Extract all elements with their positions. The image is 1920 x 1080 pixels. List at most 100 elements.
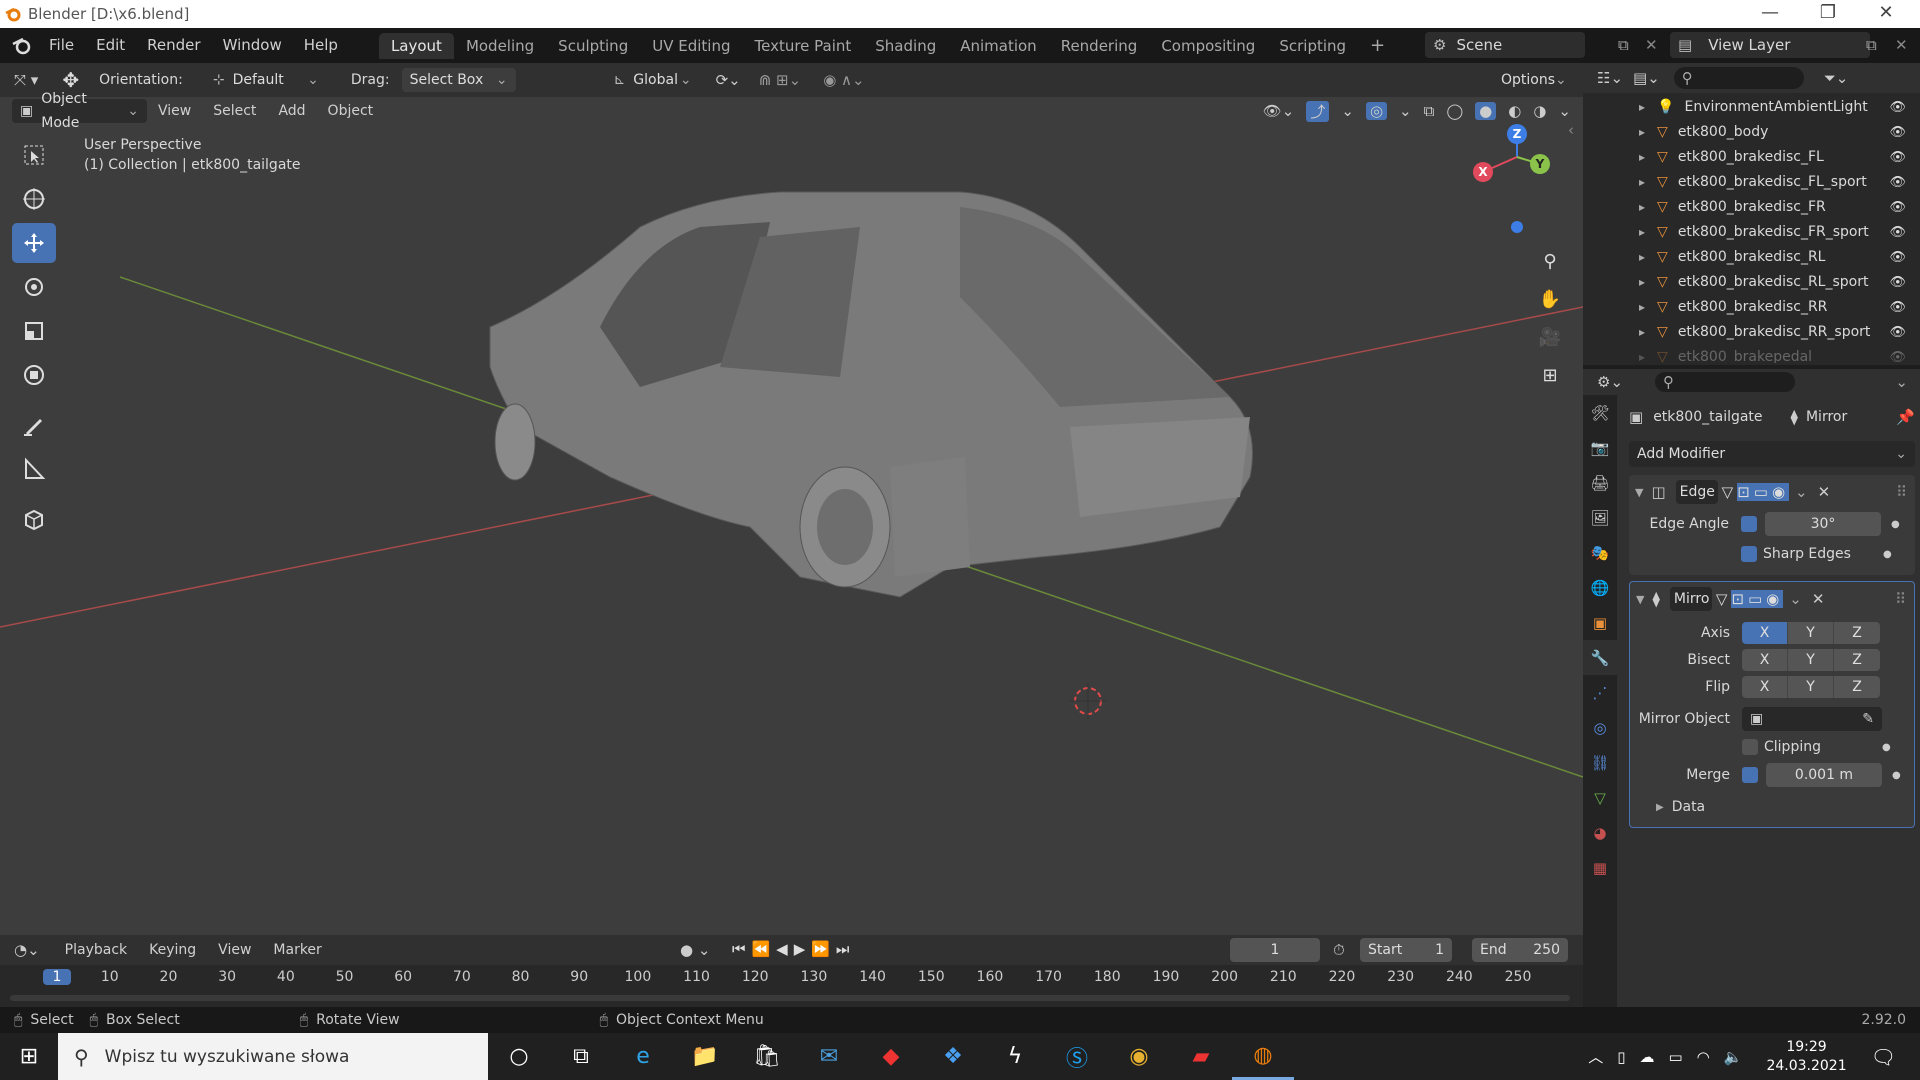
drag-handle-icon[interactable]: ⠿ [1896, 483, 1907, 501]
visibility-eye-icon[interactable]: 👁 [1889, 95, 1906, 120]
viewport-menu-object[interactable]: Object [317, 97, 385, 125]
chevron-down-icon[interactable]: ⌄ [1789, 590, 1802, 608]
add-cube-tool-icon[interactable] [12, 499, 56, 539]
scene-tab-icon[interactable]: 🎭 [1583, 535, 1617, 570]
visibility-eye-icon[interactable]: 👁 [1889, 345, 1906, 363]
outliner-item[interactable]: ▸ ▽ etk800_brakedisc_FL_sport 👁 [1583, 170, 1920, 195]
taskbar-search-box[interactable]: ⚲ Wpisz tu wyszukiwane słowa [58, 1033, 488, 1080]
dropbox-icon[interactable]: ❖ [922, 1044, 984, 1069]
properties-options-icon[interactable]: ⌄ [1895, 373, 1908, 391]
flip-x-toggle[interactable]: X [1742, 676, 1788, 698]
tab-layout[interactable]: Layout [378, 33, 454, 59]
outliner-item[interactable]: ▸ ▽ etk800_brakedisc_FL 👁 [1583, 145, 1920, 170]
close-window-button[interactable]: ✕ [1858, 0, 1914, 28]
3d-viewport[interactable]: User Perspective (1) Collection | etk800… [0, 97, 1583, 935]
new-scene-icon[interactable]: ⧉ [1618, 36, 1629, 54]
gizmo-toggle-icon[interactable]: ⤴ [1306, 100, 1330, 122]
orientation-dropdown[interactable]: ⊹ Default ⌄ [204, 68, 327, 92]
axis-x-toggle[interactable]: X [1742, 622, 1788, 644]
overlay-toggle-icon[interactable]: ◎ [1365, 102, 1388, 120]
tab-rendering[interactable]: Rendering [1049, 33, 1150, 59]
battery-icon[interactable]: ▭ [1668, 1048, 1682, 1066]
timeline-menu-playback[interactable]: Playback [54, 935, 138, 965]
tray-expand-icon[interactable]: ︿ [1588, 1046, 1603, 1067]
edge-angle-field[interactable]: 30° [1765, 512, 1881, 536]
animate-dot-icon[interactable]: ● [1882, 742, 1891, 753]
tab-compositing[interactable]: Compositing [1149, 33, 1267, 59]
display-mode-icon[interactable]: ▤⌄ [1633, 69, 1660, 87]
visibility-eye-icon[interactable]: 👁 [1889, 195, 1906, 220]
app-diamond-icon[interactable]: ◆ [860, 1044, 922, 1069]
visibility-eye-icon[interactable]: 👁 [1889, 245, 1906, 270]
pin-icon[interactable]: 📌 [1896, 408, 1915, 426]
animate-dot-icon[interactable]: ● [1891, 519, 1900, 530]
transform-tool-icon[interactable] [12, 355, 56, 395]
expand-arrow-icon[interactable]: ▸ [1639, 345, 1645, 363]
menu-help[interactable]: Help [293, 28, 349, 63]
expand-arrow-icon[interactable]: ▸ [1639, 120, 1645, 145]
end-frame-field[interactable]: End 250 [1472, 938, 1568, 962]
bisect-y-toggle[interactable]: Y [1788, 649, 1834, 671]
move-tool-icon[interactable] [12, 223, 56, 263]
expand-arrow-icon[interactable]: ▸ [1639, 245, 1645, 270]
flip-y-toggle[interactable]: Y [1788, 676, 1834, 698]
visibility-eye-icon[interactable]: 👁 [1889, 170, 1906, 195]
car-model[interactable] [489, 191, 1253, 598]
blender-menu-icon[interactable] [12, 37, 32, 55]
mode-dropdown[interactable]: ▣ Object Mode ⌄ [12, 91, 147, 131]
particles-tab-icon[interactable]: ⋰ [1583, 675, 1617, 710]
output-tab-icon[interactable]: 🖨 [1583, 465, 1617, 500]
merge-checkbox[interactable] [1742, 767, 1758, 783]
bisect-z-toggle[interactable]: Z [1834, 649, 1880, 671]
modifier-tab-icon[interactable]: 🔧 [1583, 640, 1617, 675]
menu-file[interactable]: File [38, 28, 85, 63]
outliner-editor-type-icon[interactable]: ☷⌄ [1597, 69, 1623, 87]
timeline-menu-keying[interactable]: Keying [138, 935, 207, 965]
ortho-grid-icon[interactable]: ⊞ [1535, 357, 1565, 395]
mirror-object-field[interactable]: ▣ ✎ [1742, 707, 1882, 731]
outliner-item[interactable]: ▸ 💡 EnvironmentAmbientLight 👁 [1583, 95, 1920, 120]
proportional-editing-icon[interactable]: ◉ ∧⌄ [823, 71, 864, 89]
outliner-item[interactable]: ▸ ▽ etk800_brakepedal 👁 [1583, 345, 1920, 363]
rotate-tool-icon[interactable] [12, 267, 56, 307]
edge-split-header[interactable]: ▼ ◫ Edge ▽⊡▭◉ ⌄ ✕ ⠿ [1629, 479, 1915, 505]
playback-controls[interactable]: ⏮⏪◀▶⏩⏭ [732, 940, 855, 958]
visibility-eye-icon[interactable]: 👁⌄ [1263, 102, 1295, 120]
expand-arrow-icon[interactable]: ▸ [1639, 320, 1645, 345]
shading-options-icon[interactable]: ⌄ [1558, 102, 1571, 120]
editor-type-icon[interactable]: ⤧ ▾ [14, 71, 38, 89]
expand-arrow-icon[interactable]: ▶ [1656, 802, 1664, 813]
remove-modifier-icon[interactable]: ✕ [1812, 590, 1825, 608]
cursor-tool-icon[interactable] [12, 179, 56, 219]
record-icon[interactable]: ● ⌄ [680, 941, 710, 959]
timeline-editor-type-icon[interactable]: ◔⌄ [14, 941, 40, 959]
mirror-modifier-name-field[interactable]: Mirro [1669, 587, 1712, 611]
outliner-item[interactable]: ▸ ▽ etk800_brakedisc_RL_sport 👁 [1583, 270, 1920, 295]
delete-scene-icon[interactable]: ✕ [1645, 36, 1658, 54]
expand-arrow-icon[interactable]: ▸ [1639, 295, 1645, 320]
viewport-menu-view[interactable]: View [147, 97, 202, 125]
collapse-arrow-icon[interactable]: ▼ [1635, 486, 1643, 499]
chevron-down-icon[interactable]: ⌄ [1795, 483, 1808, 501]
tab-animation[interactable]: Animation [948, 33, 1048, 59]
new-view-layer-icon[interactable]: ⧉ [1866, 36, 1877, 54]
edge-browser-icon[interactable]: e [612, 1044, 674, 1069]
cortana-icon[interactable]: ○ [488, 1044, 550, 1069]
visibility-eye-icon[interactable]: 👁 [1889, 270, 1906, 295]
edge-angle-checkbox[interactable] [1741, 516, 1757, 532]
drag-dropdown[interactable]: Select Box ⌄ [401, 68, 516, 92]
timeline-scrollbar[interactable] [10, 995, 1570, 1001]
flip-z-toggle[interactable]: Z [1834, 676, 1880, 698]
remove-modifier-icon[interactable]: ✕ [1818, 483, 1831, 501]
transform-orientation-dropdown[interactable]: ⊾ Global ⌄ [605, 68, 700, 92]
pivot-point-icon[interactable]: ⟳⌄ [716, 71, 741, 89]
options-dropdown[interactable]: Options ⌄ [1493, 68, 1571, 92]
current-frame-field[interactable]: 1 [1230, 938, 1320, 962]
animate-dot-icon[interactable]: ● [1892, 770, 1901, 781]
expand-arrow-icon[interactable]: ▸ [1639, 270, 1645, 295]
modifier-visibility-icons[interactable]: ▽⊡▭◉ [1722, 483, 1790, 501]
visibility-eye-icon[interactable]: 👁 [1889, 145, 1906, 170]
outliner-item[interactable]: ▸ ▽ etk800_brakedisc_RL 👁 [1583, 245, 1920, 270]
file-explorer-icon[interactable]: 📁 [674, 1044, 736, 1069]
collapse-arrow-icon[interactable]: ▼ [1636, 593, 1644, 606]
